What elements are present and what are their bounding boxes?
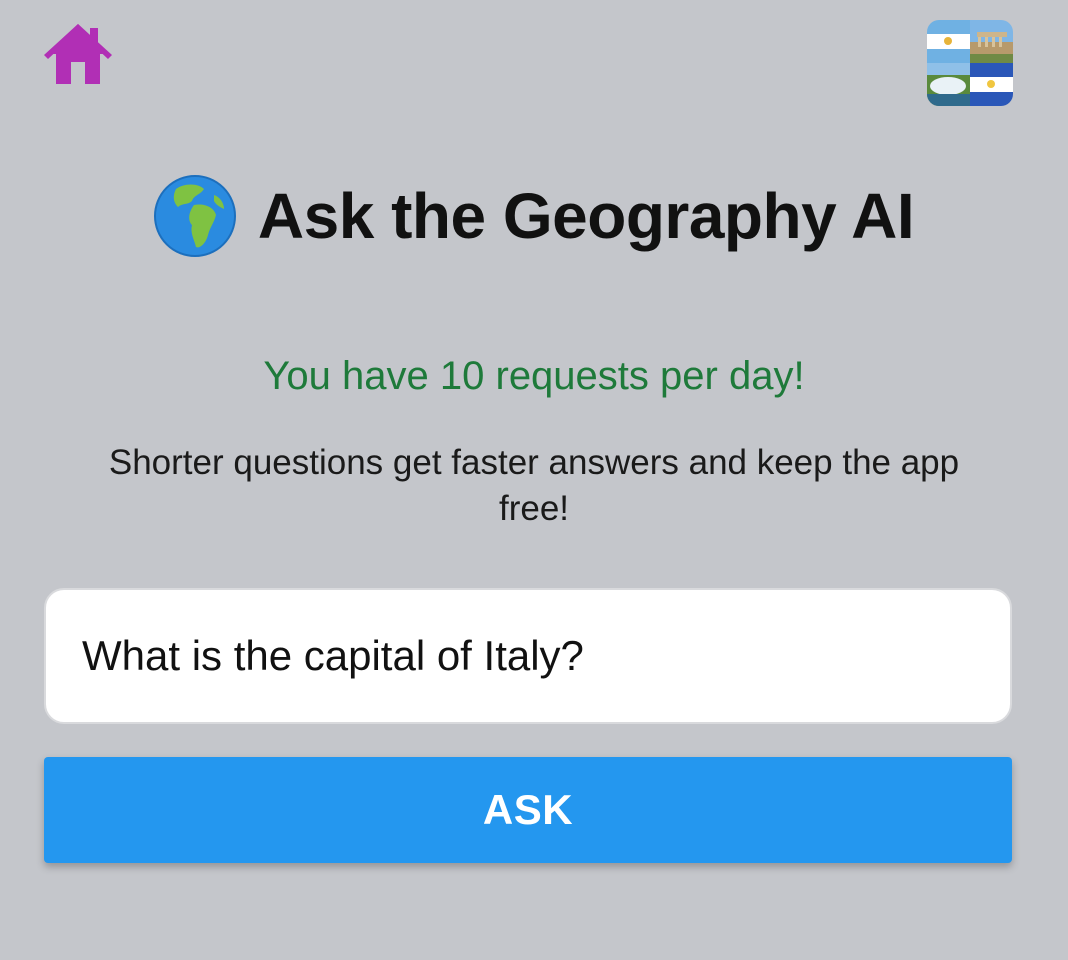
- page-title: Ask the Geography AI: [257, 180, 915, 252]
- globe-icon: [153, 175, 236, 257]
- quota-message: You have 10 requests per day!: [263, 354, 805, 398]
- home-button[interactable]: [44, 22, 112, 88]
- title-row: Ask the Geography AI: [0, 175, 1068, 257]
- app-logo[interactable]: [927, 20, 1013, 106]
- home-icon: [44, 22, 112, 88]
- hint-message: Shorter questions get faster answers and…: [108, 443, 960, 528]
- ask-button[interactable]: ASK: [44, 757, 1012, 863]
- question-input[interactable]: [44, 588, 1012, 724]
